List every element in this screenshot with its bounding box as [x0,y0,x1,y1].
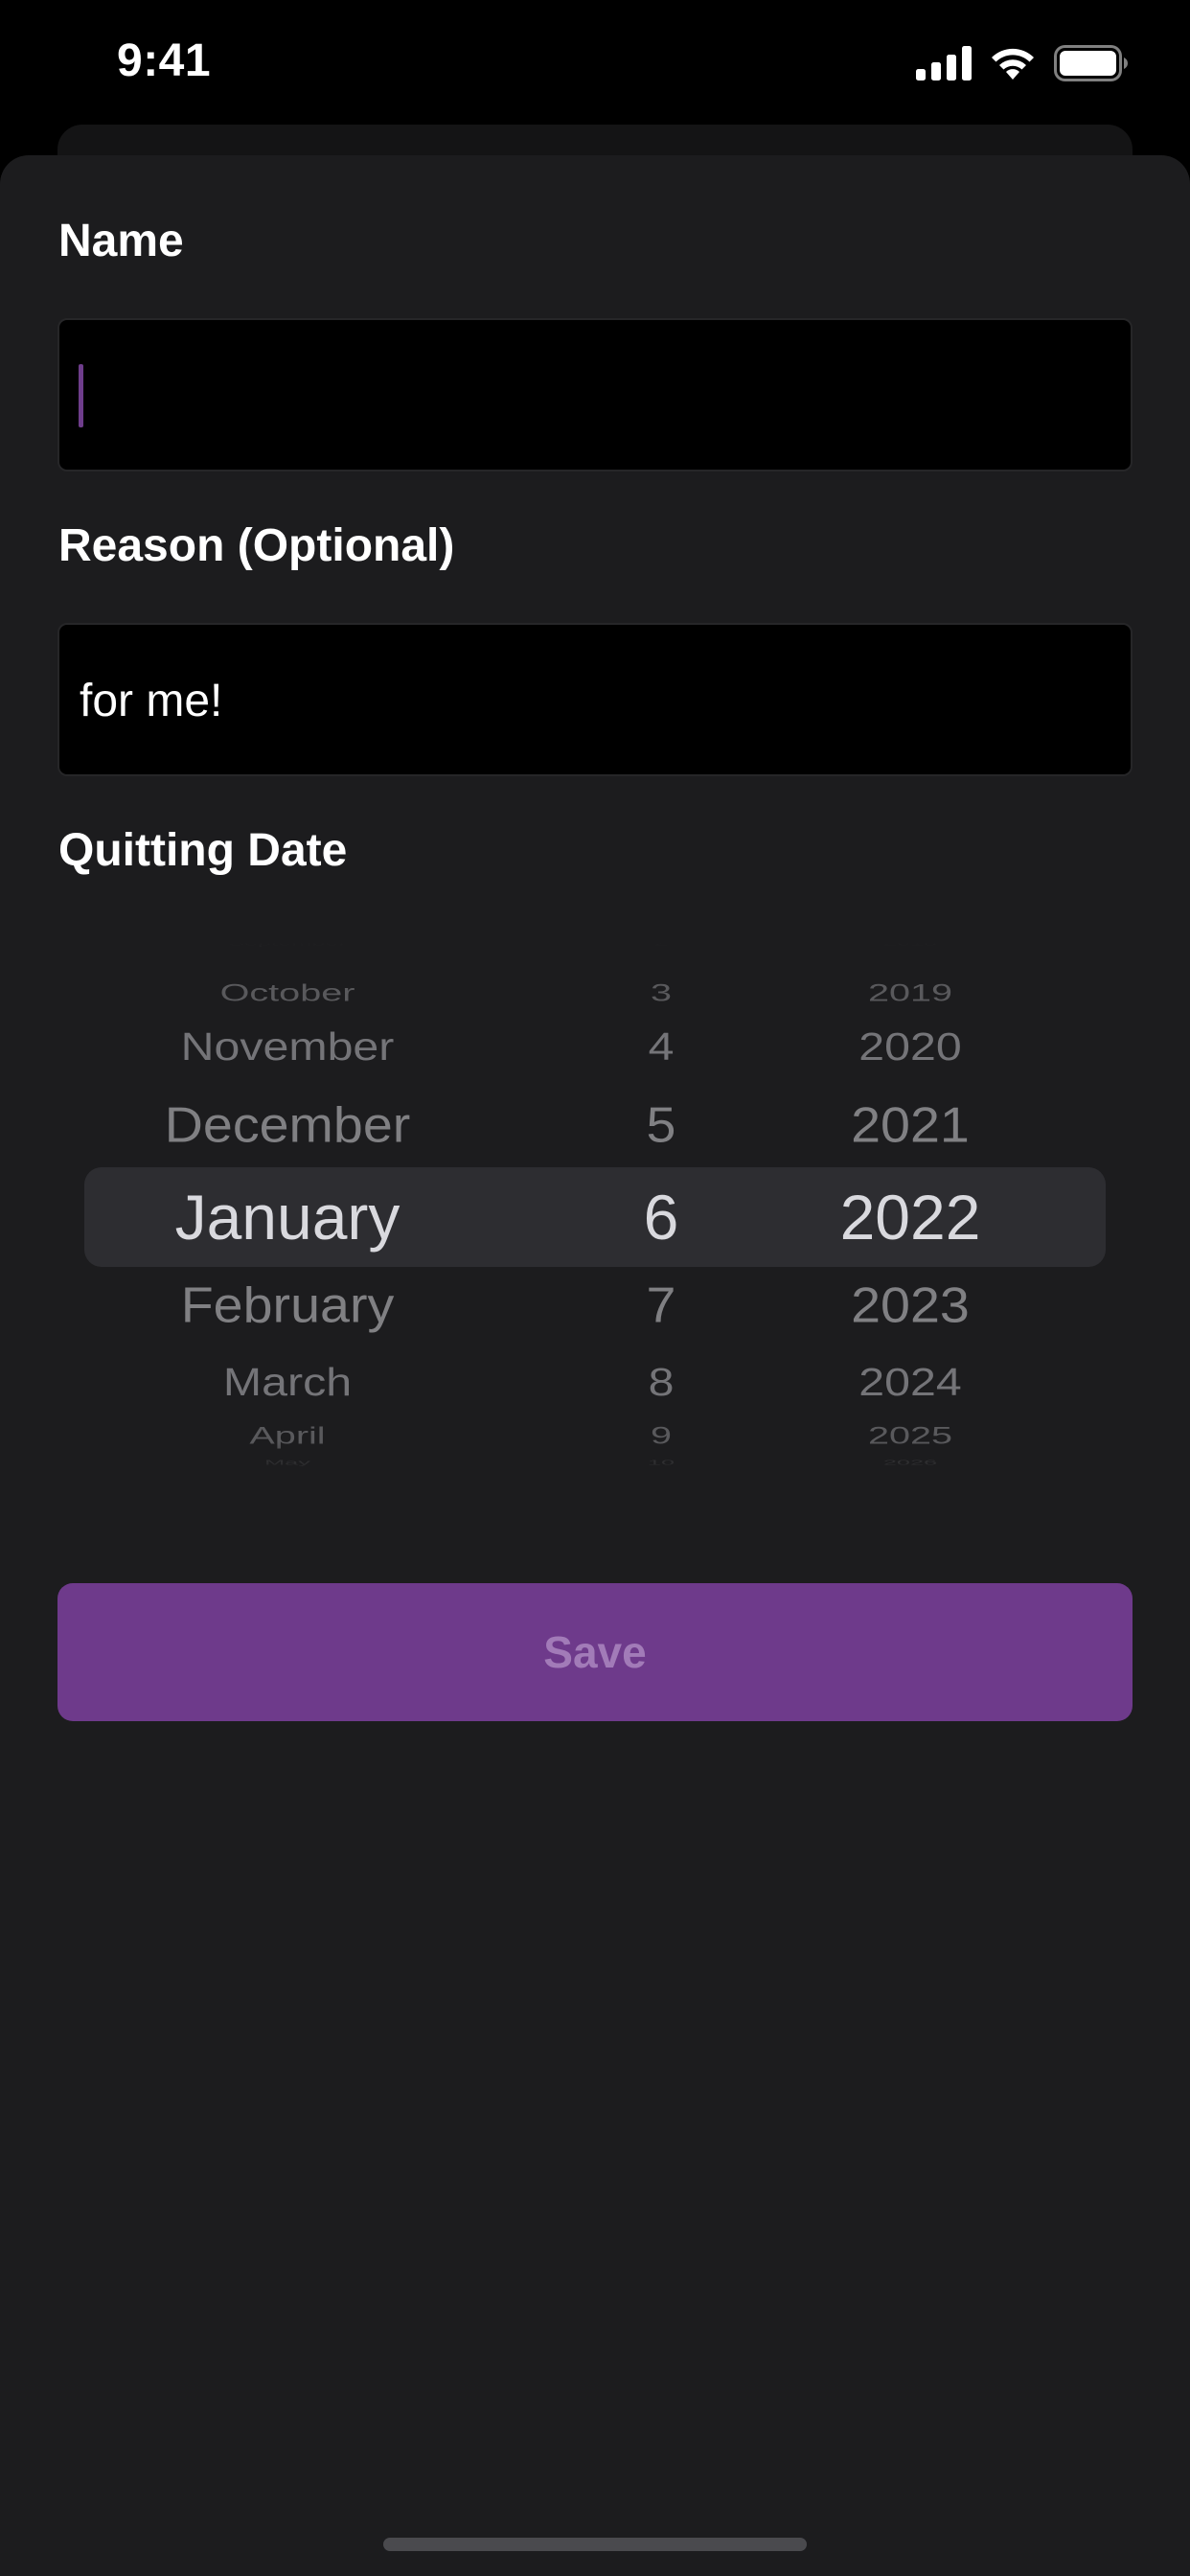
picker-fade-top [57,943,1133,981]
wifi-icon [992,48,1034,80]
picker-year-item[interactable]: 2023 [763,1280,1059,1330]
quitting-date-label: Quitting Date [58,825,348,876]
save-button[interactable]: Save [57,1583,1133,1721]
year-wheel[interactable]: 201820192020202120222023202420252026 [767,943,1054,1480]
picker-month-item[interactable]: October [57,980,540,1004]
status-icons [916,44,1129,82]
picker-day-item[interactable]: 7 [592,1280,730,1330]
picker-day-item[interactable]: 3 [587,980,735,1004]
home-indicator [383,2538,807,2551]
picker-day-item[interactable]: 4 [591,1027,732,1066]
picker-year-item[interactable]: 2021 [763,1100,1059,1150]
month-wheel[interactable]: SeptemberOctoberNovemberDecemberJanuaryF… [57,943,517,1480]
status-time: 9:41 [117,35,212,86]
text-caret [79,364,83,427]
picker-year-item[interactable]: 2024 [760,1363,1062,1401]
picker-day-selected[interactable]: 6 [594,1185,728,1249]
battery-icon [1054,45,1128,81]
name-field[interactable] [57,318,1133,472]
cellular-signal-icon [916,46,972,80]
picker-day-item[interactable]: 8 [591,1363,732,1401]
picker-month-item[interactable]: November [57,1027,529,1066]
reason-value: for me! [80,676,223,726]
name-label: Name [58,216,184,266]
day-wheel[interactable]: 2345678910 [594,943,728,1480]
date-picker[interactable]: SeptemberOctoberNovemberDecemberJanuaryF… [57,943,1133,1480]
reason-label: Reason (Optional) [58,520,455,571]
status-bar: 9:41 [0,0,1190,125]
picker-month-item[interactable]: December [57,1100,524,1150]
picker-year-item[interactable]: 2020 [760,1027,1062,1066]
picker-year-selected[interactable]: 2022 [767,1185,1054,1249]
picker-day-item[interactable]: 5 [592,1100,730,1150]
reason-field[interactable]: for me! [57,623,1133,776]
picker-month-item[interactable]: March [57,1363,529,1401]
picker-month-item[interactable]: February [57,1280,524,1330]
picker-year-item[interactable]: 2019 [752,980,1068,1004]
picker-month-selected[interactable]: January [57,1185,517,1249]
picker-fade-bottom [57,1441,1133,1480]
